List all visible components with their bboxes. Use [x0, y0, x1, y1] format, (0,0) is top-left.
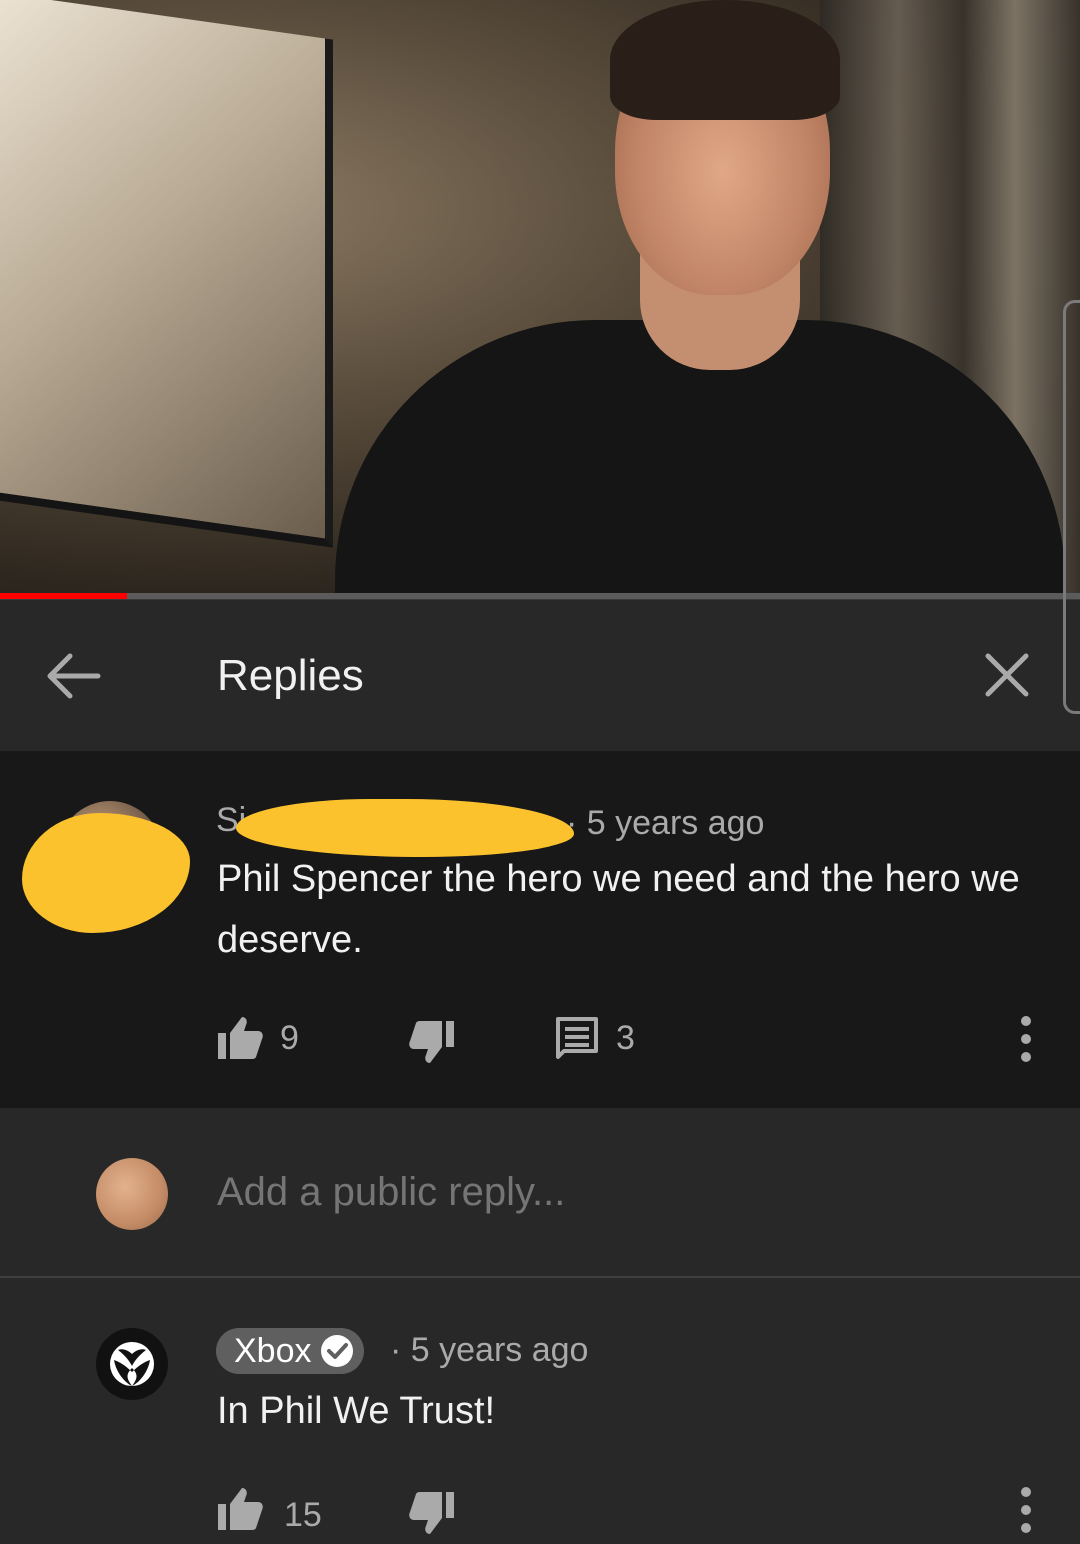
- video-player[interactable]: [0, 0, 1080, 597]
- comment-actions: 15: [0, 1484, 1080, 1544]
- more-options-button[interactable]: [1016, 1486, 1036, 1534]
- arrow-left-icon: [47, 653, 101, 699]
- like-count: 15: [284, 1496, 322, 1534]
- avatar[interactable]: [96, 1328, 168, 1400]
- reply-button[interactable]: [556, 1017, 598, 1059]
- more-vertical-icon: [1021, 1487, 1031, 1533]
- thumbs-down-icon: [409, 1021, 454, 1063]
- thumbs-up-icon: [218, 1017, 263, 1059]
- reply-comment: Xbox · 5 years ago In Phil We Trust! 15: [0, 1278, 1080, 1544]
- comment-icon: [556, 1017, 598, 1059]
- like-count: 9: [280, 1019, 299, 1057]
- close-icon: [985, 653, 1029, 697]
- user-avatar[interactable]: [96, 1158, 168, 1230]
- avatar[interactable]: [22, 801, 190, 933]
- comment-meta: · 5 years ago: [566, 803, 764, 843]
- like-button[interactable]: [216, 1486, 264, 1532]
- verified-check-icon: [320, 1335, 353, 1367]
- dislike-button[interactable]: [408, 1019, 456, 1065]
- reply-count: 3: [616, 1019, 635, 1057]
- meta-separator: ·: [390, 1331, 402, 1369]
- close-button[interactable]: [978, 646, 1036, 704]
- add-reply-row: [0, 1108, 1080, 1278]
- redaction-mark: [22, 813, 190, 933]
- scrollbar[interactable]: [1063, 300, 1080, 714]
- comment-actions: 9 3: [0, 1013, 1080, 1073]
- xbox-logo-icon: [110, 1342, 154, 1386]
- page-title: Replies: [217, 651, 364, 700]
- meta-separator: ·: [566, 804, 578, 842]
- comment-text: In Phil We Trust!: [217, 1390, 496, 1432]
- like-button[interactable]: [216, 1015, 264, 1061]
- comment-time: 5 years ago: [586, 804, 765, 842]
- comment-time: 5 years ago: [410, 1331, 589, 1369]
- back-button[interactable]: [40, 648, 104, 704]
- replies-header: Replies: [0, 599, 1080, 752]
- dislike-button[interactable]: [408, 1490, 456, 1536]
- channel-owner-badge[interactable]: Xbox: [216, 1328, 364, 1374]
- reply-input[interactable]: [217, 1170, 1017, 1215]
- parent-comment: Si · 5 years ago Phil Spencer the hero w…: [0, 751, 1080, 1108]
- comment-text: Phil Spencer the hero we need and the he…: [217, 858, 1020, 961]
- thumbs-down-icon: [409, 1492, 454, 1534]
- more-options-button[interactable]: [1016, 1015, 1036, 1063]
- comment-meta: · 5 years ago: [390, 1330, 588, 1370]
- wall-frame: [0, 0, 333, 548]
- person-hair: [610, 0, 840, 120]
- more-vertical-icon: [1021, 1016, 1031, 1062]
- thumbs-up-icon: [218, 1488, 263, 1530]
- comment-author: Xbox: [234, 1331, 312, 1370]
